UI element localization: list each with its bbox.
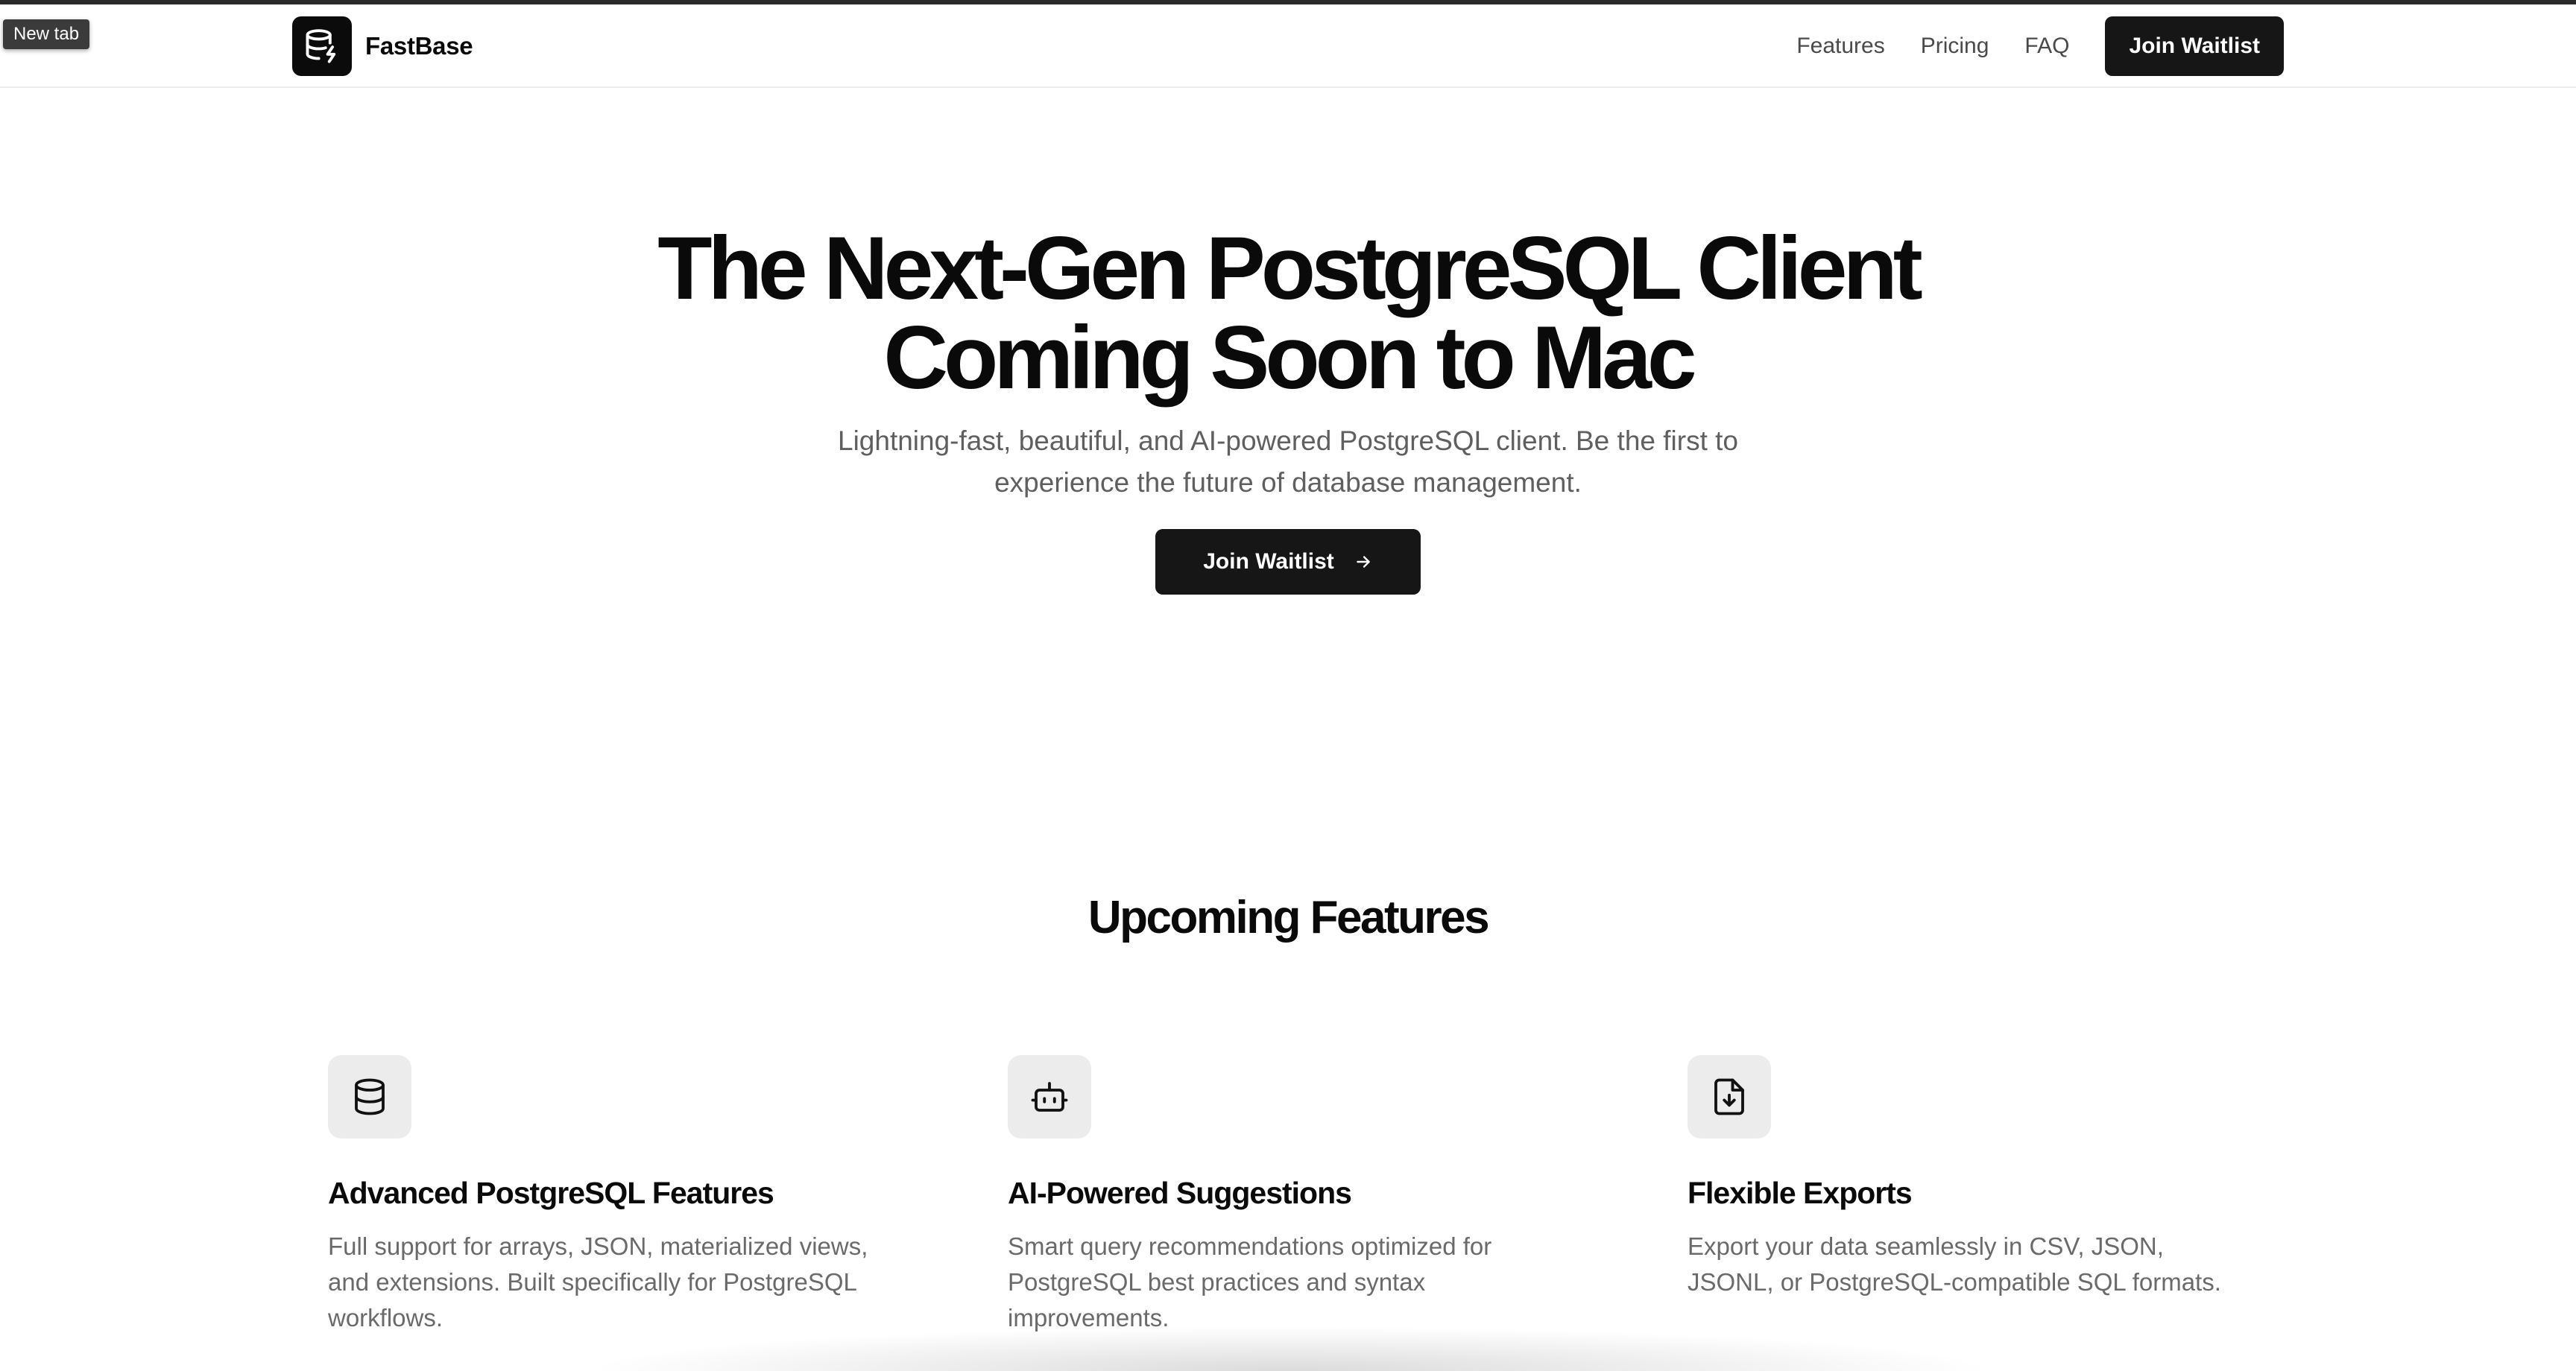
site-header: FastBase Features Pricing FAQ Join Waitl… xyxy=(0,4,2576,88)
brand-name: FastBase xyxy=(365,32,473,60)
feature-title: Flexible Exports xyxy=(1688,1176,1913,1210)
database-icon xyxy=(328,1055,411,1139)
nav-link-features[interactable]: Features xyxy=(1796,34,1884,59)
nav-link-pricing[interactable]: Pricing xyxy=(1921,34,1989,59)
nav-link-faq[interactable]: FAQ xyxy=(2024,34,2069,59)
join-waitlist-hero-button[interactable]: Join Waitlist xyxy=(1155,529,1421,595)
hero-cta-label: Join Waitlist xyxy=(1203,549,1334,574)
join-waitlist-nav-button[interactable]: Join Waitlist xyxy=(2105,16,2284,76)
hero-title-line-2: Coming Soon to Mac xyxy=(883,308,1696,408)
feature-description: Smart query recommendations optimized fo… xyxy=(1008,1232,1492,1332)
features-heading: Upcoming Features xyxy=(1087,892,1490,943)
main-nav: Features Pricing FAQ Join Waitlist xyxy=(1796,16,2284,76)
feature-card-postgresql: Advanced PostgreSQL Features Full suppor… xyxy=(328,1055,894,1336)
hero-title-line-1: The Next-Gen PostgreSQL Client xyxy=(657,218,1922,318)
feature-title: Advanced PostgreSQL Features xyxy=(328,1176,774,1210)
bot-icon xyxy=(1008,1055,1091,1139)
database-bolt-icon xyxy=(292,16,352,76)
feature-card-ai: AI-Powered Suggestions Smart query recom… xyxy=(1008,1055,1574,1336)
new-tab-tooltip: New tab xyxy=(3,19,90,49)
feature-title: AI-Powered Suggestions xyxy=(1008,1176,1352,1210)
feature-description: Full support for arrays, JSON, materiali… xyxy=(328,1232,868,1332)
hero-title: The Next-Gen PostgreSQL Client Coming So… xyxy=(0,224,2576,402)
brand[interactable]: FastBase xyxy=(292,16,473,76)
hero-subtitle: Lightning-fast, beautiful, and AI-powere… xyxy=(838,425,1738,498)
arrow-right-icon xyxy=(1354,552,1373,571)
feature-description: Export your data seamlessly in CSV, JSON… xyxy=(1688,1232,2221,1296)
feature-card-exports: Flexible Exports Export your data seamle… xyxy=(1688,1055,2254,1300)
hero-section: The Next-Gen PostgreSQL Client Coming So… xyxy=(0,224,2576,595)
file-download-icon xyxy=(1688,1055,1771,1139)
